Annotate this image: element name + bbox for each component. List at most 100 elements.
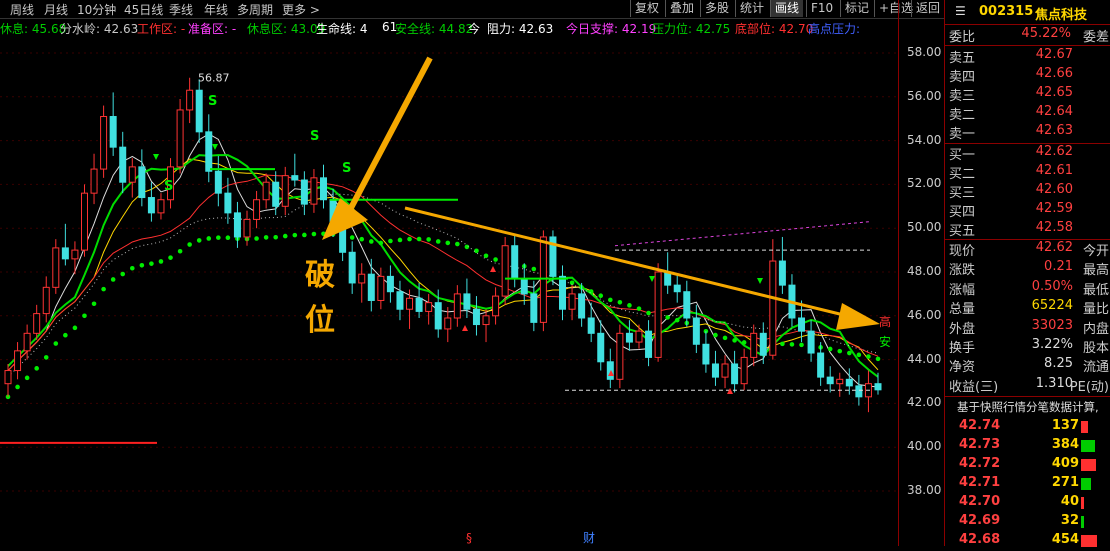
y-tick-label: 40.00 — [907, 439, 942, 454]
toolbar-item-7[interactable]: 更多 > — [282, 1, 320, 18]
panel-row: 卖四 42.66 — [945, 66, 1110, 85]
price-axis: 58.00 56.00 54.00 52.00 50.00 48.00 46.00 44.00… — [898, 0, 945, 546]
safety-dot — [43, 355, 49, 360]
ask-label: 卖四 — [949, 70, 976, 85]
candle-body — [673, 284, 681, 293]
candle-body — [568, 293, 576, 310]
y-tick-label: 58.00 — [907, 45, 942, 59]
toolbar-item-0[interactable]: 周线 — [10, 1, 34, 18]
tick-row: 42.72 409 — [945, 456, 1110, 475]
candle-body — [501, 245, 509, 297]
toolbar-item-1[interactable]: 月线 — [44, 1, 68, 18]
stat-label: 涨幅 — [949, 282, 976, 298]
safety-dot — [426, 237, 431, 242]
candle-body — [128, 166, 136, 183]
panel-menu-icon[interactable]: ☰ — [955, 4, 966, 18]
toolbar-item-4[interactable]: 季线 — [169, 1, 193, 18]
bid-value: 42.62 — [1035, 144, 1073, 159]
candle-body — [482, 315, 490, 326]
stat-label2: 量比 — [1082, 302, 1109, 318]
toolbar-item-5[interactable]: 年线 — [204, 1, 228, 18]
candle-body — [711, 363, 719, 378]
safety-dot — [397, 237, 403, 243]
candle-body — [472, 308, 480, 326]
stat-label2: 最高 — [1082, 263, 1109, 279]
stat-value: 3.22% — [1031, 337, 1073, 352]
panel-row: 买五 42.58 — [945, 220, 1110, 239]
panel-row: 总量 65224 量比 — [945, 298, 1110, 317]
toolbar-right-item-0[interactable]: 复权 — [630, 0, 663, 17]
safety-dot — [292, 232, 298, 238]
stat-value: 0.50% — [1031, 278, 1073, 294]
stat-value: 42.62 — [1035, 240, 1073, 255]
safety-dot — [158, 259, 164, 264]
bid-label: 买四 — [949, 205, 976, 220]
safety-dot — [101, 286, 106, 292]
annotation-text-2: 位 — [305, 303, 335, 338]
candle-body — [14, 350, 22, 372]
bid-label: 买二 — [949, 167, 976, 182]
candle-body — [71, 249, 79, 260]
tick-bar — [1081, 516, 1084, 528]
candle-body — [453, 293, 461, 319]
candle-body — [291, 175, 299, 181]
ask-label: 卖三 — [949, 89, 976, 104]
toolbar-right-item-2[interactable]: 多股 — [700, 0, 733, 17]
candle-body — [721, 363, 729, 378]
stat-label: 收益(三) — [949, 379, 999, 395]
toolbar-right-item-3[interactable]: 统计 — [735, 0, 768, 17]
safety-dot — [63, 332, 68, 338]
kline-chart[interactable]: 56.87 S S S S § 财 破位 高安 — [0, 0, 898, 546]
panel-row: 涨跌 0.21 最高 — [945, 259, 1110, 278]
tick-price: 42.69 — [959, 513, 1001, 528]
tick-volume: 271 — [1051, 475, 1079, 490]
safety-dot — [273, 234, 278, 240]
tick-price: 42.70 — [959, 494, 1001, 509]
indicator-4: 休息区: 43.09 — [247, 22, 326, 36]
toolbar-item-2[interactable]: 10分钟 — [77, 1, 116, 18]
stat-label2: 内盘 — [1082, 321, 1109, 337]
toolbar-item-6[interactable]: 多周期 — [237, 1, 273, 18]
candle-body — [425, 302, 433, 312]
candle-body — [195, 89, 203, 133]
safety-dot — [598, 293, 604, 299]
y-tick-label: 46.00 — [907, 307, 942, 322]
safety-dot — [149, 261, 154, 266]
panel-row: 卖三 42.65 — [945, 85, 1110, 104]
safety-dot — [856, 352, 862, 358]
up-arrow-icon — [490, 266, 496, 272]
safety-dot — [646, 310, 651, 316]
candle-body — [4, 370, 12, 385]
safety-dot — [34, 366, 39, 371]
panel-row: 卖二 42.64 — [945, 104, 1110, 123]
candle-body — [606, 361, 614, 380]
tick-row: 42.71 271 — [945, 475, 1110, 494]
toolbar-item-3[interactable]: 45日线 — [124, 1, 163, 18]
candle-body — [214, 170, 222, 194]
y-tick-label: 38.00 — [907, 483, 942, 497]
safety-dot — [53, 341, 59, 346]
bid-value: 42.60 — [1035, 182, 1073, 197]
bottom-marker: § — [466, 531, 472, 545]
up-arrow-icon — [462, 325, 468, 331]
panel-row: 换手 3.22% 股本 — [945, 337, 1110, 356]
toolbar-right-item-6[interactable]: 标记 — [840, 0, 873, 17]
candle-body — [759, 332, 767, 356]
safety-dot — [206, 236, 212, 241]
safety-dot — [349, 235, 355, 240]
candle-body — [272, 181, 280, 207]
toolbar-right-item-4[interactable]: 画线 — [770, 0, 804, 17]
safety-dot — [129, 265, 135, 271]
tick-header: 基于快照行情分笔数据计算, — [957, 400, 1099, 414]
indicator-0: 休息: 45.68 — [0, 22, 67, 36]
tick-bar — [1081, 497, 1084, 509]
indicator-2: 工作区: - — [137, 22, 186, 36]
quote-panel: ☰ 002315 焦点科技 委比 45.22% 委差 卖五 42.67 卖四 42.6… — [944, 0, 1110, 547]
safety-dot — [120, 271, 126, 277]
safety-dot — [91, 301, 97, 307]
candle-body — [520, 278, 528, 295]
toolbar-right-item-1[interactable]: 叠加 — [665, 0, 698, 17]
tick-bar — [1081, 459, 1096, 471]
safety-dot — [722, 335, 728, 341]
toolbar-right-item-5[interactable]: F10 — [806, 0, 837, 17]
